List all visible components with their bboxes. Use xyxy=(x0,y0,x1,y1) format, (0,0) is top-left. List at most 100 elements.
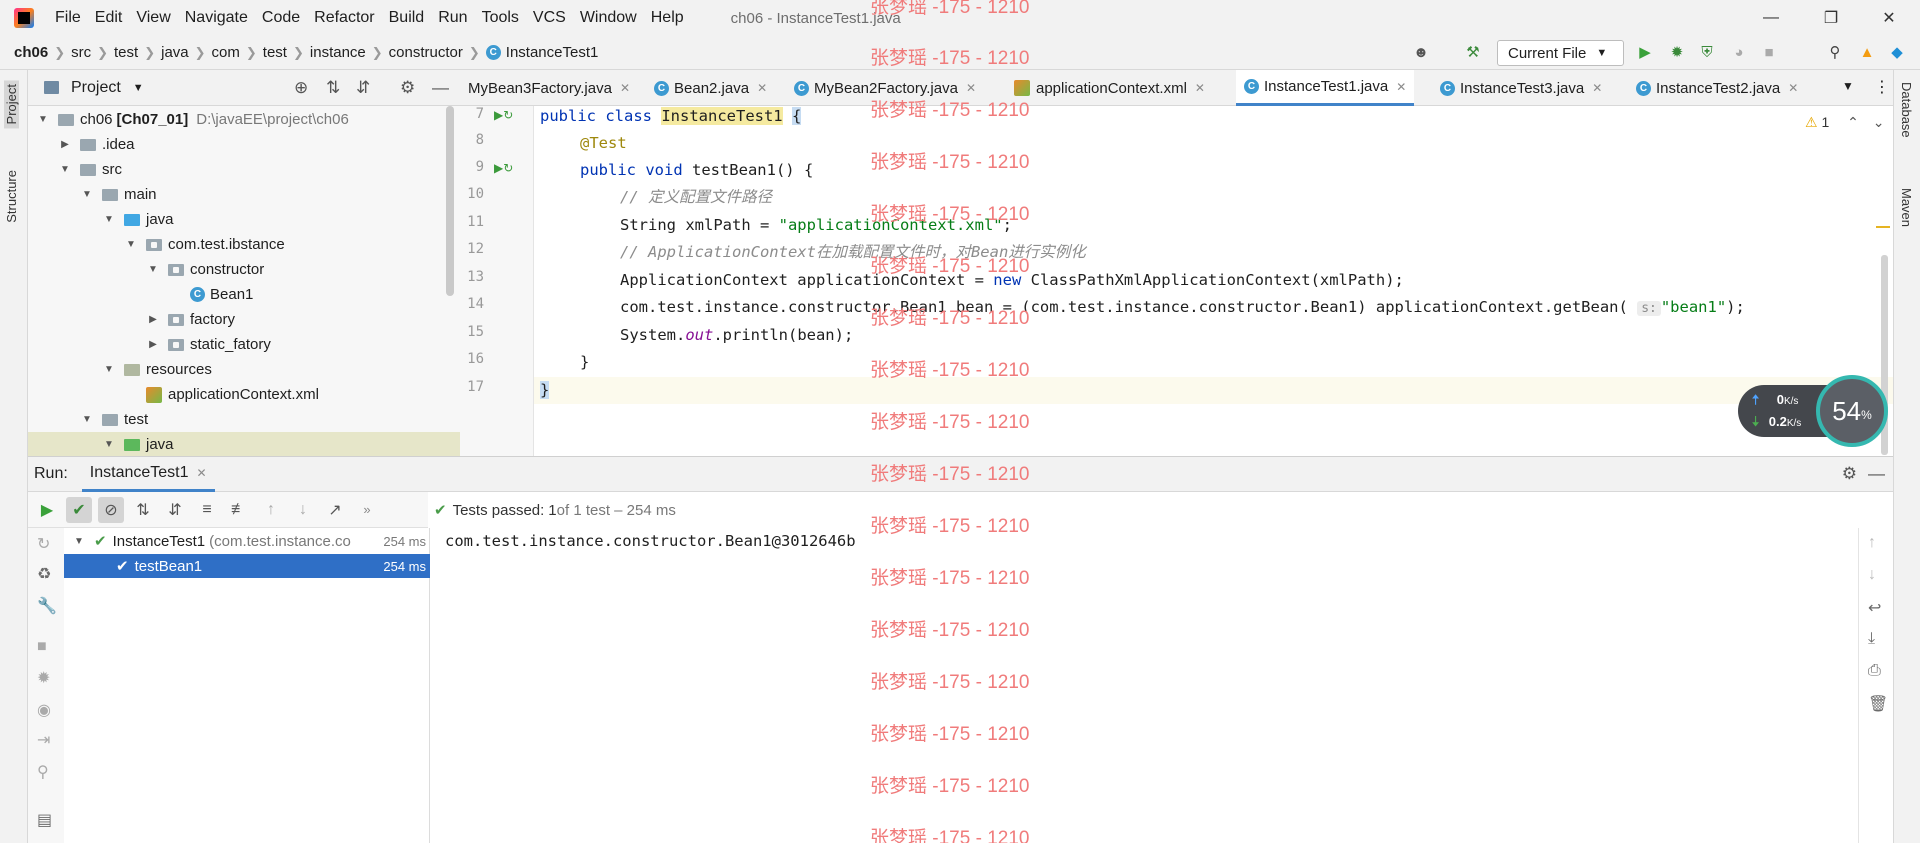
tab-mybean3factory[interactable]: MyBean3Factory.java ✕ xyxy=(460,70,638,106)
run-icon[interactable]: ▶ xyxy=(1636,44,1654,62)
locate-target-icon[interactable]: ⊕ xyxy=(294,78,308,98)
build-hammer-icon[interactable]: ⚒ xyxy=(1464,44,1482,62)
stop-icon[interactable]: ■ xyxy=(37,638,47,656)
menu-build[interactable]: Build xyxy=(382,0,432,36)
coverage-shield-icon[interactable]: ⛨ xyxy=(1698,44,1716,62)
update-icon[interactable]: ▲ xyxy=(1858,44,1876,62)
warnings-indicator[interactable]: ⚠ 1 ⌃ ⌄ xyxy=(1805,114,1885,131)
breadcrumb-item[interactable]: test xyxy=(263,44,287,61)
previous-test-icon[interactable]: ↑ xyxy=(258,497,284,523)
show-ignored-icon[interactable]: ⊘ xyxy=(98,496,124,523)
breadcrumb-current[interactable]: InstanceTest1 xyxy=(506,44,599,61)
tree-item-application-context-xml[interactable]: applicationContext.xml xyxy=(28,382,460,407)
export-results-icon[interactable]: ↗ xyxy=(322,497,348,523)
tree-item-main[interactable]: ▼ main xyxy=(28,182,460,207)
rerun-icon[interactable]: ▶ xyxy=(34,497,60,523)
chevron-down-icon[interactable]: ▼ xyxy=(80,414,94,425)
project-tool-button[interactable]: Project xyxy=(4,80,19,129)
print-icon[interactable]: ⎙ xyxy=(1868,662,1881,680)
menu-edit[interactable]: Edit xyxy=(88,0,130,36)
tab-mybean2factory[interactable]: C MyBean2Factory.java ✕ xyxy=(786,70,984,106)
chevron-down-icon[interactable]: ⌄ xyxy=(1873,114,1885,130)
console-output[interactable]: com.test.instance.constructor.Bean1@3012… xyxy=(430,528,1858,843)
test-suite-row[interactable]: ▼ ✔ InstanceTest1 (com.test.instance.co … xyxy=(64,529,430,553)
menu-help[interactable]: Help xyxy=(644,0,691,36)
chevron-right-icon[interactable]: ▶ xyxy=(146,314,160,325)
structure-tool-button[interactable]: Structure xyxy=(4,170,19,223)
tree-item-idea[interactable]: ▶ .idea xyxy=(28,132,460,157)
tree-item-factory[interactable]: ▶ factory xyxy=(28,307,460,332)
chevron-right-icon[interactable]: ▶ xyxy=(58,139,72,150)
breadcrumb-item[interactable]: ch06 xyxy=(14,44,48,61)
gear-icon[interactable]: ⚙ xyxy=(1842,464,1857,484)
exit-icon[interactable]: ⇥ xyxy=(37,730,50,750)
chevron-down-icon[interactable]: ▼ xyxy=(124,239,138,250)
scroll-to-end-icon[interactable]: ⤓ xyxy=(1868,630,1875,648)
tree-item-resources[interactable]: ▼ resources xyxy=(28,357,460,382)
chevron-down-icon[interactable]: ▼ xyxy=(72,536,86,547)
soft-wrap-icon[interactable]: ↩ xyxy=(1868,598,1881,618)
tree-item-package[interactable]: ▼ com.test.ibstance xyxy=(28,232,460,257)
show-passed-icon[interactable]: ✔ xyxy=(66,496,92,523)
chevron-down-icon[interactable]: ▼ xyxy=(102,214,116,225)
minimize-button[interactable]: — xyxy=(1748,0,1794,36)
menu-vcs[interactable]: VCS xyxy=(526,0,573,36)
close-icon[interactable]: ✕ xyxy=(1592,81,1602,95)
chevron-down-icon[interactable]: ▼ xyxy=(146,264,160,275)
expand-all-icon[interactable]: ⇅ xyxy=(326,78,340,98)
more-actions-icon[interactable]: » xyxy=(354,497,380,523)
camera-icon[interactable]: ◉ xyxy=(37,700,51,720)
close-window-button[interactable]: ✕ xyxy=(1866,0,1912,36)
project-tree-scrollbar[interactable] xyxy=(446,106,454,296)
sort-duration-icon[interactable]: ⇵ xyxy=(162,497,188,523)
tree-item-src[interactable]: ▼ src xyxy=(28,157,460,182)
menu-code[interactable]: Code xyxy=(255,0,307,36)
tab-list-chevron-icon[interactable]: ▼ xyxy=(1842,79,1854,93)
search-icon[interactable]: ⚲ xyxy=(1826,44,1844,62)
test-case-row[interactable]: ✔ testBean1 254 ms xyxy=(64,554,430,578)
tree-item-java-main[interactable]: ▼ java xyxy=(28,207,460,232)
run-configuration-select[interactable]: Current File ▼ xyxy=(1497,40,1624,66)
trash-icon[interactable]: 🗑 xyxy=(1868,694,1888,714)
breadcrumb-item[interactable]: java xyxy=(161,44,189,61)
tab-instancetest3[interactable]: C InstanceTest3.java ✕ xyxy=(1432,70,1610,106)
sort-alpha-icon[interactable]: ⇅ xyxy=(130,497,156,523)
chevron-right-icon[interactable]: ▶ xyxy=(146,339,160,350)
tree-item-ch06[interactable]: ▼ ch06 [Ch07_01] D:\javaEE\project\ch06 xyxy=(28,107,460,132)
close-icon[interactable]: ✕ xyxy=(757,81,767,95)
chevron-down-icon[interactable]: ▼ xyxy=(58,164,72,175)
close-icon[interactable]: ✕ xyxy=(1788,81,1798,95)
chevron-down-icon[interactable]: ▼ xyxy=(102,439,116,450)
profile-icon[interactable]: ◕ xyxy=(1730,44,1748,62)
tab-application-context-xml[interactable]: applicationContext.xml ✕ xyxy=(1006,70,1213,106)
chevron-up-icon[interactable]: ⌃ xyxy=(1847,114,1859,130)
wrench-icon[interactable]: 🔧 xyxy=(37,596,57,616)
tree-item-bean1[interactable]: C Bean1 xyxy=(28,282,460,307)
tab-instancetest2[interactable]: C InstanceTest2.java ✕ xyxy=(1628,70,1806,106)
breadcrumb-item[interactable]: instance xyxy=(310,44,366,61)
more-options-icon[interactable]: ⋮ xyxy=(1874,77,1890,97)
close-icon[interactable]: ✕ xyxy=(1195,81,1205,95)
tree-item-java-test[interactable]: ▼ java xyxy=(28,432,460,456)
next-test-icon[interactable]: ↓ xyxy=(290,497,316,523)
menu-navigate[interactable]: Navigate xyxy=(178,0,255,36)
run-test-icon[interactable]: ▶↻ xyxy=(494,161,513,175)
run-tab-instancetest1[interactable]: InstanceTest1 ✕ xyxy=(81,456,215,492)
close-icon[interactable]: ✕ xyxy=(620,81,630,95)
database-tool-button[interactable]: Database xyxy=(1899,82,1914,138)
close-icon[interactable]: ✕ xyxy=(197,466,207,480)
jetbrains-toolbox-icon[interactable]: ◆ xyxy=(1888,44,1906,62)
arrow-up-icon[interactable]: ↑ xyxy=(1868,534,1876,552)
user-icon[interactable]: ☻ xyxy=(1412,44,1430,62)
tree-item-test[interactable]: ▼ test xyxy=(28,407,460,432)
close-icon[interactable]: ✕ xyxy=(966,81,976,95)
arrow-down-icon[interactable]: ↓ xyxy=(1868,566,1876,584)
rerun-failed-icon[interactable]: ↻ xyxy=(37,534,50,554)
breadcrumb-item[interactable]: src xyxy=(71,44,91,61)
menu-refactor[interactable]: Refactor xyxy=(307,0,381,36)
tree-item-static-fatory[interactable]: ▶ static_fatory xyxy=(28,332,460,357)
collapse-all-icon[interactable]: ≢ xyxy=(226,497,252,523)
zoom-icon[interactable]: ⚲ xyxy=(37,762,49,782)
tree-item-constructor[interactable]: ▼ constructor xyxy=(28,257,460,282)
maven-tool-button[interactable]: Maven xyxy=(1899,188,1914,227)
